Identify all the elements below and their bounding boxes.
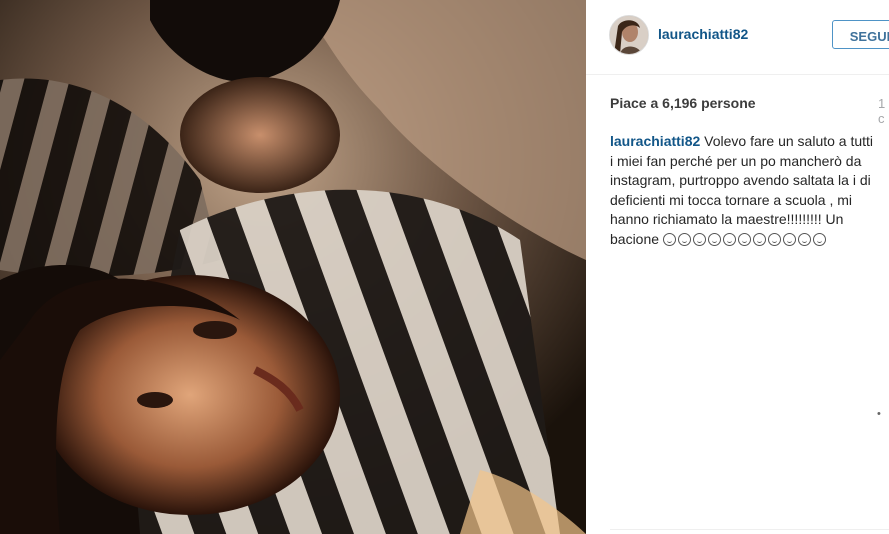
avatar[interactable] (609, 15, 649, 55)
laughing-emoji-icon (692, 232, 706, 246)
post-timestamp[interactable]: 1 c (878, 96, 889, 126)
laughing-emoji-icon (722, 232, 736, 246)
post-header: laurachiatti82 SEGUI (586, 0, 889, 75)
laughing-emoji-icon (662, 232, 676, 246)
post-sidebar: laurachiatti82 SEGUI Piace a 6,196 perso… (586, 0, 889, 534)
laughing-emoji-icon (797, 232, 811, 246)
likes-count[interactable]: Piace a 6,196 persone (610, 95, 756, 111)
username-link[interactable]: laurachiatti82 (658, 26, 748, 42)
caption-username-link[interactable]: laurachiatti82 (610, 133, 700, 149)
laughing-emoji-icon (767, 232, 781, 246)
laughing-emoji-icon (677, 232, 691, 246)
caption-emojis (662, 231, 828, 247)
caption-text: Volevo fare un saluto a tutti i miei fan… (610, 133, 874, 247)
laughing-emoji-icon (752, 232, 766, 246)
photo-image (0, 0, 586, 534)
laughing-emoji-icon (737, 232, 751, 246)
caption: laurachiatti82 Volevo fare un saluto a t… (610, 132, 878, 249)
follow-button[interactable]: SEGUI (832, 20, 889, 49)
more-indicator: • (877, 408, 881, 420)
divider (610, 529, 889, 530)
post-photo[interactable] (0, 0, 586, 534)
laughing-emoji-icon (707, 232, 721, 246)
laughing-emoji-icon (812, 232, 826, 246)
laughing-emoji-icon (782, 232, 796, 246)
avatar-image (610, 16, 648, 54)
